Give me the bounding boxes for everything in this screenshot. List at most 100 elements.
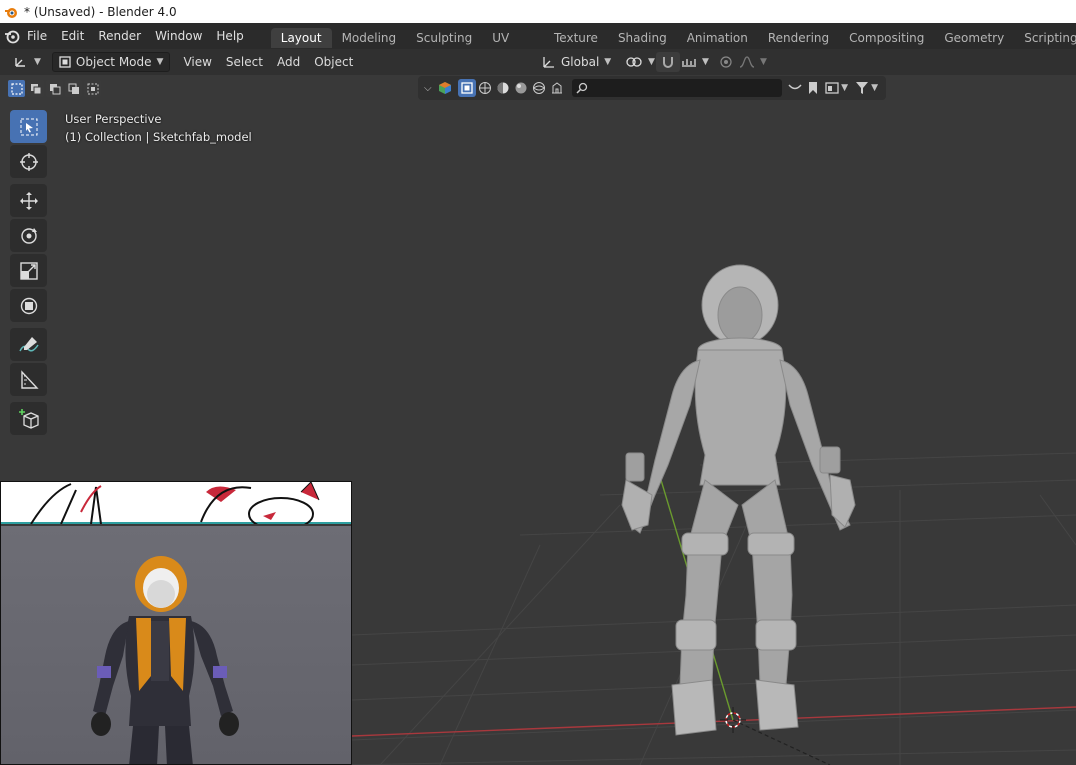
layout-icon [825, 82, 839, 94]
reference-render-image [1, 526, 351, 764]
tool-rotate[interactable] [10, 219, 47, 252]
transform-icon [20, 297, 37, 314]
chevron-down-icon: ▼ [841, 83, 849, 93]
tool-measure[interactable] [10, 363, 47, 396]
layout-options-button[interactable]: ▼ [822, 79, 852, 97]
add-menu[interactable]: Add [272, 52, 305, 72]
tab-modeling[interactable]: Modeling [332, 28, 407, 48]
perspective-label: User Perspective [65, 112, 162, 126]
snap-target-button[interactable]: ▼ [676, 52, 714, 72]
pivot-point-button[interactable]: ▼ [620, 52, 660, 72]
shading-wireframe[interactable] [476, 79, 494, 97]
search-icon [576, 82, 587, 94]
astronaut-reference [91, 556, 239, 764]
reference-image-window[interactable] [0, 481, 352, 765]
menu-render[interactable]: Render [91, 23, 148, 49]
bookmark-button[interactable] [804, 79, 822, 97]
select-intersect-button[interactable] [84, 80, 101, 97]
reference-sketch-strip [1, 482, 351, 531]
blender-menu-icon[interactable] [4, 23, 20, 49]
menu-file[interactable]: File [20, 23, 54, 49]
select-invert-button[interactable] [65, 80, 82, 97]
select-new-icon [10, 82, 23, 95]
select-intersect-icon [87, 83, 98, 94]
rotate-icon [20, 227, 37, 244]
tool-shelf [10, 110, 47, 437]
cursor-icon [19, 152, 38, 171]
top-bar: File Edit Render Window Help Layout Mode… [0, 23, 1076, 65]
chevron-down-icon: ▼ [760, 57, 767, 67]
shading-rendered[interactable] [530, 79, 548, 97]
gizmo-toggle[interactable] [548, 79, 566, 97]
tool-add-cube[interactable] [10, 402, 47, 435]
visibility-button[interactable] [436, 79, 454, 97]
tool-cursor[interactable] [10, 145, 47, 178]
workspace-tabs: Layout Modeling Sculpting UV Editing Tex… [270, 24, 1076, 65]
filter-button[interactable]: ▼ [852, 79, 882, 97]
tab-geometry-nodes[interactable]: Geometry Nodes [934, 28, 1014, 65]
select-menu[interactable]: Select [221, 52, 268, 72]
chevron-down-icon: ▼ [648, 57, 655, 67]
tab-animation[interactable]: Animation [677, 28, 758, 48]
viewport-header: ▼ Object Mode ▼ View Select Add Object G… [0, 49, 1076, 75]
overlay-icon [788, 84, 802, 90]
object-mode-icon [59, 56, 71, 68]
tab-rendering[interactable]: Rendering [758, 28, 839, 48]
tool-move[interactable] [10, 184, 47, 217]
tab-sculpting[interactable]: Sculpting [406, 28, 482, 48]
astronaut-model [621, 264, 856, 736]
chevron-down-icon: ▼ [871, 83, 879, 93]
tool-select-box[interactable] [10, 110, 47, 143]
tool-transform[interactable] [10, 289, 47, 322]
collection-label: (1) Collection | Sketchfab_model [65, 130, 252, 144]
view-menu[interactable]: View [178, 52, 216, 72]
object-types-icon [438, 82, 451, 94]
tab-texture-paint[interactable]: Texture Paint [544, 28, 608, 65]
wireframe-icon [478, 82, 491, 94]
menu-window[interactable]: Window [148, 23, 209, 49]
menu-help[interactable]: Help [209, 23, 250, 49]
shading-material[interactable] [512, 79, 530, 97]
orientation-dropdown[interactable]: Global ▼ [536, 52, 618, 72]
filter-icon [856, 82, 869, 94]
chevron-down-icon: ▼ [702, 57, 709, 67]
mode-dropdown[interactable]: Object Mode ▼ [51, 52, 171, 72]
viewport-search-input[interactable] [571, 79, 782, 97]
rendered-icon [532, 82, 545, 94]
select-invert-icon [68, 83, 79, 94]
xray-toggle[interactable] [457, 79, 476, 97]
falloff-button[interactable]: ▼ [734, 52, 772, 72]
proportional-edit-icon [720, 56, 732, 68]
object-menu[interactable]: Object [309, 52, 358, 72]
select-box-icon [20, 118, 37, 135]
chevron-down-icon: ▼ [604, 57, 612, 67]
select-subtract-button[interactable] [46, 80, 63, 97]
chevron-down-icon[interactable]: ⌵ [424, 83, 432, 94]
gizmo-icon [551, 82, 562, 94]
tool-annotate[interactable] [10, 328, 47, 361]
viewport-display-controls: ⌵ ▼ ▼ [418, 76, 886, 100]
add-cube-icon [18, 408, 39, 429]
tab-compositing[interactable]: Compositing [839, 28, 934, 48]
select-new-button[interactable] [8, 80, 25, 97]
chevron-down-icon: ▼ [34, 57, 41, 67]
tab-shading[interactable]: Shading [608, 28, 677, 48]
viewport-info: User Perspective (1) Collection | Sketch… [65, 110, 252, 146]
select-extend-icon [30, 83, 41, 94]
mode-label: Object Mode [75, 55, 152, 69]
axis-gizmo-icon [15, 58, 25, 67]
overlay-toggle[interactable] [786, 79, 804, 97]
editor-type-button[interactable]: ▼ [8, 52, 46, 72]
select-extend-button[interactable] [27, 80, 44, 97]
shading-solid[interactable] [494, 79, 512, 97]
tab-scripting[interactable]: Scripting [1014, 28, 1076, 48]
move-icon [19, 191, 38, 210]
snap-increment-icon [682, 59, 696, 67]
menu-edit[interactable]: Edit [54, 23, 91, 49]
tab-layout[interactable]: Layout [270, 28, 332, 48]
tab-uv-editing[interactable]: UV Editing [482, 28, 544, 65]
tool-scale[interactable] [10, 254, 47, 287]
annotate-icon [18, 336, 39, 352]
link-icon [626, 57, 642, 67]
window-title-bar: * (Unsaved) - Blender 4.0 [0, 0, 1076, 23]
